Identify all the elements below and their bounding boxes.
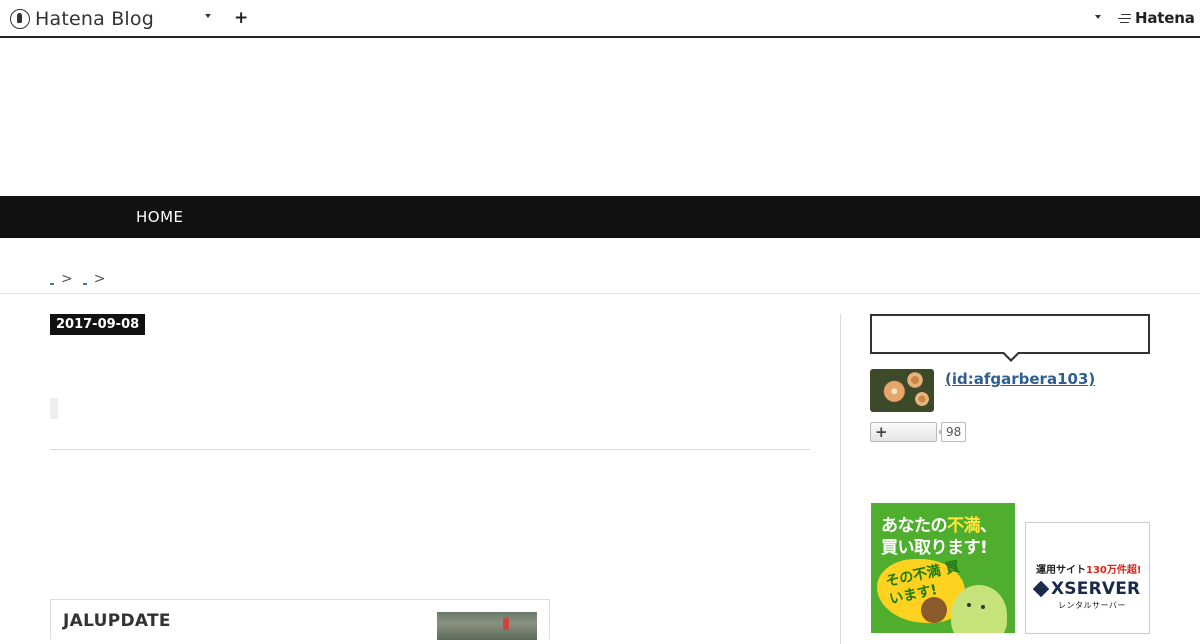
breadcrumb-separator: > — [93, 271, 106, 287]
ad2-brand-text: XSERVER — [1051, 579, 1141, 599]
sidebar-divider — [840, 314, 841, 644]
article-divider — [50, 449, 810, 450]
author-id-link[interactable]: (id:afgarbera103) — [945, 370, 1095, 388]
breadcrumb-divider — [0, 293, 1200, 294]
ad2-brand: XSERVER — [1032, 579, 1141, 599]
profile-speech-balloon — [870, 314, 1150, 354]
ad2-subtitle: レンタルサーバー — [1058, 601, 1126, 610]
entry-category-placeholder — [50, 398, 58, 419]
embed-card-thumbnail — [437, 612, 537, 640]
logo-text: Hatena Blog — [35, 8, 154, 30]
ad2-tagline: 運用サイト130万件超! — [1036, 565, 1142, 576]
entry-date[interactable]: 2017-09-08 — [50, 314, 146, 335]
embed-card-title[interactable]: JALUPDATE — [63, 611, 171, 631]
follow-button[interactable]: + — [870, 422, 937, 442]
hatena-blog-logo-icon — [10, 9, 30, 29]
user-menu-dropdown-icon[interactable] — [1095, 15, 1101, 19]
follow-plus-icon: + — [875, 423, 888, 441]
breadcrumb-separator: > — [61, 271, 73, 287]
hatena-logo-icon — [1118, 13, 1132, 24]
ad1-ball-icon — [921, 597, 947, 623]
follower-count-badge[interactable]: 98 — [937, 422, 967, 442]
author-avatar[interactable] — [870, 369, 934, 412]
ad-banner-xserver[interactable]: 運用サイト130万件超! XSERVER レンタルサーバー — [1025, 522, 1150, 634]
embed-card[interactable]: JALUPDATE — [50, 599, 550, 640]
ad1-headline-line2: 買い取ります! — [881, 538, 988, 558]
breadcrumb: > > — [48, 271, 113, 287]
breadcrumb-link-2[interactable] — [82, 283, 87, 285]
breadcrumb-link-1[interactable] — [50, 283, 54, 285]
blog-nav-bar: HOME — [0, 196, 1200, 238]
hatena-brand-text: Hatena — [1135, 9, 1195, 27]
add-icon[interactable]: + — [234, 8, 248, 28]
xserver-logo-icon — [1032, 580, 1050, 598]
blog-menu-dropdown-icon[interactable] — [205, 14, 211, 18]
ad1-character-icon — [951, 585, 1007, 633]
balloon-tail-inner — [1003, 351, 1019, 359]
nav-home-link[interactable]: HOME — [136, 208, 184, 226]
hatena-brand-link[interactable]: Hatena — [1118, 9, 1195, 27]
global-header: Hatena Blog + Hatena — [0, 0, 1200, 38]
hatena-blog-logo[interactable]: Hatena Blog — [10, 7, 154, 31]
ad-banner-buyback[interactable]: あなたの不満、 買い取ります! その不満 買います! — [871, 503, 1015, 633]
